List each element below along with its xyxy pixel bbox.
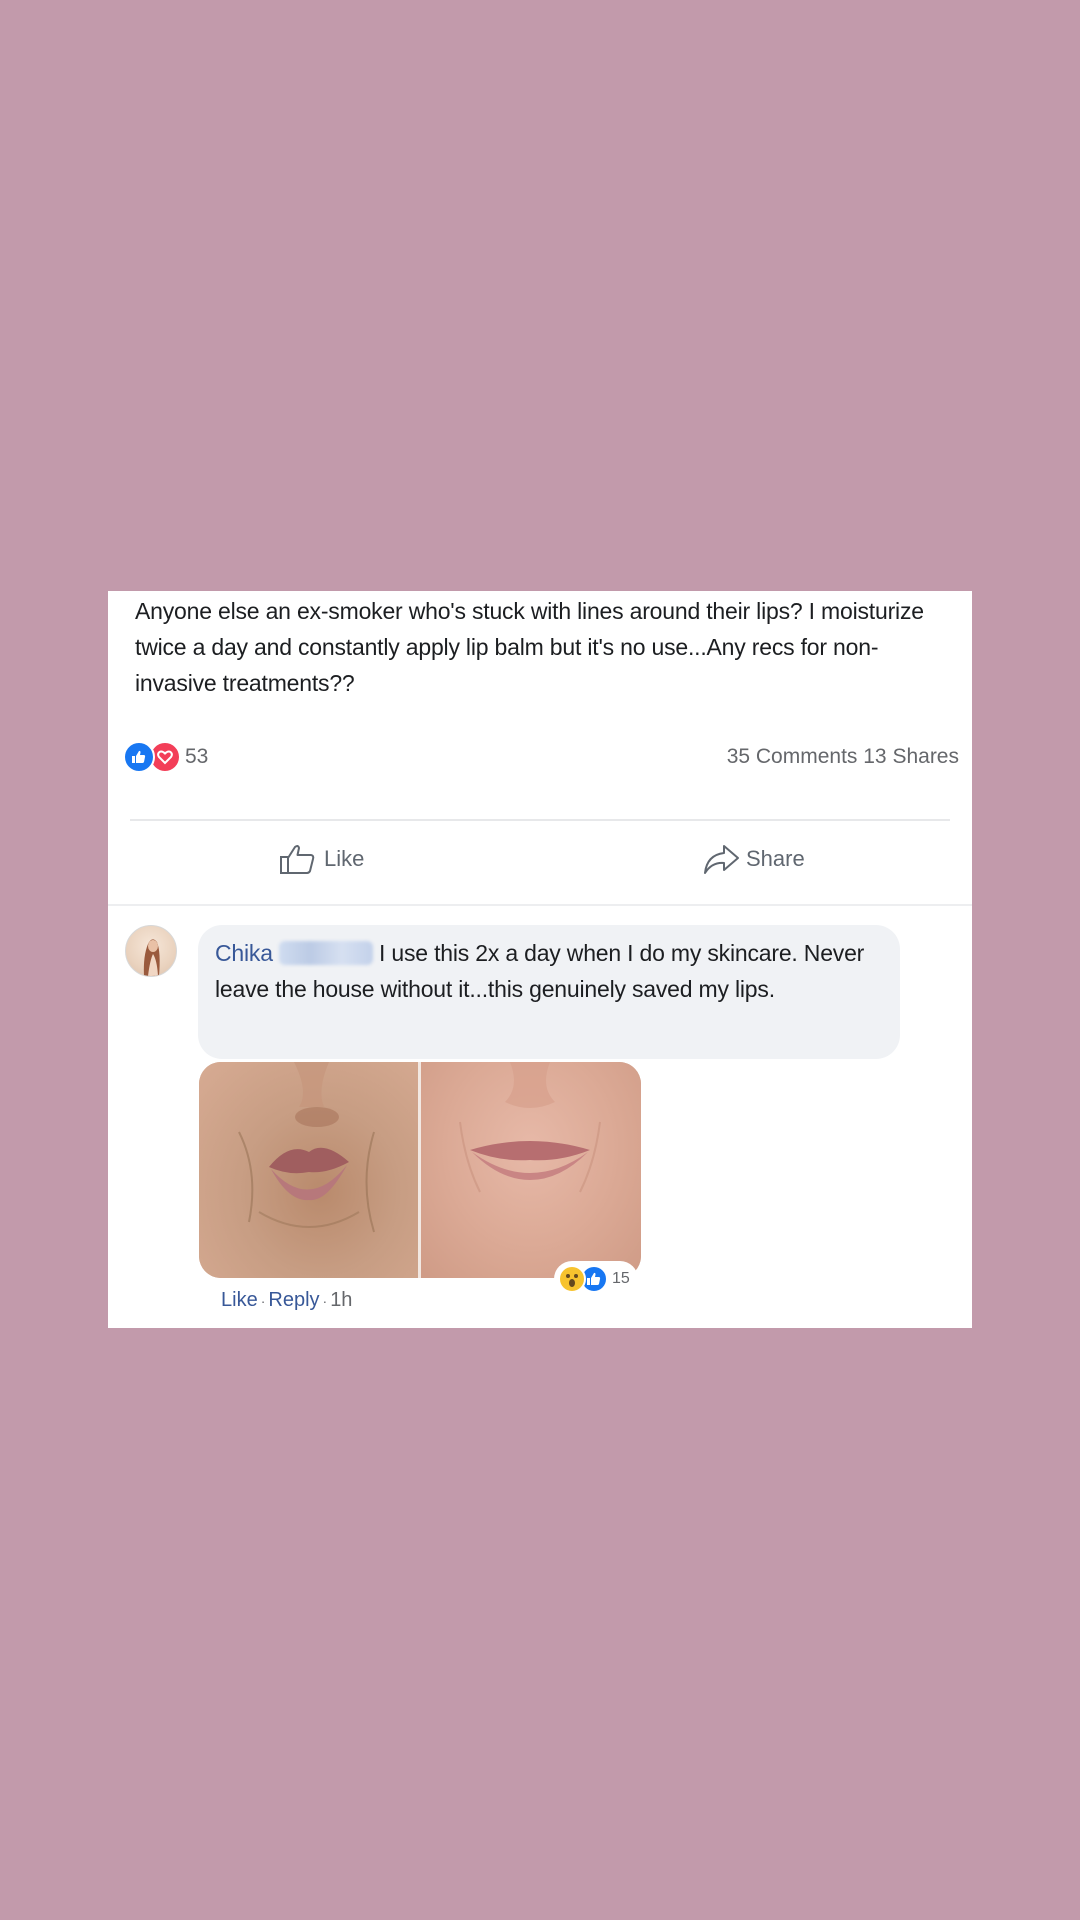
divider [130,819,950,821]
blurred-surname [278,941,373,965]
after-photo [420,1062,641,1278]
separator: · [322,1293,328,1309]
share-arrow-icon [704,845,739,874]
post-text: Anyone else an ex-smoker who's stuck wit… [135,598,924,696]
comment-reaction-count: 15 [612,1270,630,1287]
divider [108,904,972,906]
like-reaction-icon [123,741,155,773]
comment-reply-link[interactable]: Reply [268,1289,319,1311]
comment-meta: Like · Reply · 1h [221,1289,352,1312]
thumbs-up-icon [280,844,315,874]
comments-shares-count[interactable]: 35 Comments 13 Shares [727,745,959,769]
share-button[interactable]: Share [700,841,805,877]
before-photo [199,1062,420,1278]
like-button-label: Like [324,846,365,871]
like-button[interactable]: Like [278,841,364,877]
photo-divider [418,1062,421,1278]
avatar[interactable] [125,925,177,977]
comment-photo[interactable] [199,1062,641,1278]
comment-like-link[interactable]: Like [221,1289,258,1311]
comment-author[interactable]: Chika [215,940,273,966]
reaction-count[interactable]: 53 [185,745,208,769]
share-button-label: Share [746,846,805,871]
comment-reactions[interactable]: 15 [554,1261,638,1297]
comment-bubble: Chika I use this 2x a day when I do my s… [198,925,900,1059]
comment-timestamp[interactable]: 1h [330,1289,352,1311]
wow-reaction-icon [558,1265,586,1293]
post-reactions-row: 53 35 Comments 13 Shares [123,739,959,775]
post-card: Anyone else an ex-smoker who's stuck wit… [108,591,972,1328]
separator: · [260,1293,266,1309]
